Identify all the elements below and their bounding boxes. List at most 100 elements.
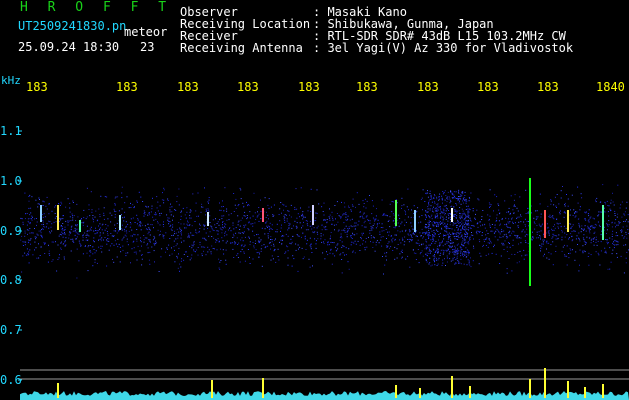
noise-pixel <box>82 253 84 255</box>
noise-pixel <box>70 220 72 222</box>
noise-pixel <box>419 232 421 234</box>
noise-pixel <box>30 238 32 240</box>
noise-pixel <box>69 211 71 213</box>
noise-pixel <box>433 255 435 257</box>
noise-pixel <box>153 235 155 237</box>
noise-pixel <box>249 256 250 258</box>
noise-pixel <box>273 204 275 206</box>
noise-pixel <box>564 205 566 207</box>
noise-pixel <box>494 194 496 196</box>
noise-pixel <box>223 206 224 207</box>
noise-pixel <box>512 230 514 232</box>
noise-pixel <box>461 234 463 236</box>
noise-pixel <box>253 235 255 237</box>
noise-pixel <box>118 243 120 245</box>
noise-pixel <box>486 230 488 232</box>
noise-pixel <box>88 209 90 210</box>
noise-pixel <box>196 215 198 217</box>
noise-pixel <box>341 229 343 231</box>
noise-pixel <box>114 224 116 226</box>
noise-pixel <box>452 249 454 251</box>
noise-pixel <box>177 235 179 237</box>
noise-pixel <box>271 229 273 230</box>
noise-pixel <box>397 244 399 245</box>
noise-pixel <box>315 247 317 249</box>
noise-pixel <box>425 246 427 248</box>
noise-pixel <box>237 224 239 226</box>
noise-pixel <box>459 207 461 208</box>
noise-pixel <box>379 231 381 233</box>
noise-pixel <box>119 261 121 263</box>
noise-pixel <box>461 208 463 210</box>
noise-pixel <box>37 234 39 236</box>
noise-pixel <box>183 223 185 225</box>
noise-pixel <box>421 215 423 216</box>
noise-pixel <box>42 228 44 230</box>
noise-pixel <box>65 237 67 239</box>
noise-pixel <box>176 243 178 245</box>
noise-pixel <box>460 195 462 197</box>
noise-pixel <box>603 207 605 209</box>
noise-pixel <box>363 212 365 214</box>
noise-pixel <box>137 234 139 236</box>
noise-pixel <box>426 231 428 233</box>
noise-pixel <box>151 208 153 210</box>
noise-pixel <box>133 247 135 249</box>
noise-pixel <box>285 251 287 253</box>
noise-pixel <box>176 255 178 257</box>
noise-pixel <box>329 217 331 219</box>
noise-pixel <box>326 229 328 231</box>
noise-pixel <box>146 206 148 208</box>
noise-pixel <box>105 224 107 225</box>
noise-pixel <box>269 230 271 232</box>
noise-pixel <box>243 231 245 233</box>
noise-pixel <box>517 235 518 237</box>
noise-pixel <box>450 200 452 202</box>
noise-pixel <box>442 224 444 226</box>
noise-pixel <box>468 223 470 225</box>
noise-pixel <box>508 242 510 244</box>
noise-pixel <box>590 225 592 227</box>
noise-pixel <box>39 255 41 256</box>
noise-pixel <box>203 225 205 227</box>
noise-pixel <box>578 224 580 226</box>
noise-pixel <box>593 227 595 229</box>
noise-pixel <box>221 218 223 220</box>
noise-pixel <box>142 224 144 226</box>
noise-pixel <box>381 199 383 201</box>
noise-pixel <box>354 240 356 242</box>
noise-pixel <box>365 216 367 218</box>
noise-pixel <box>490 241 492 242</box>
noise-pixel <box>570 227 572 229</box>
noise-pixel <box>438 199 440 201</box>
noise-pixel <box>279 241 280 243</box>
noise-pixel <box>207 201 209 203</box>
noise-pixel <box>224 225 226 227</box>
noise-pixel <box>190 210 192 212</box>
noise-pixel <box>48 244 49 246</box>
noise-pixel <box>401 197 403 199</box>
noise-pixel <box>520 242 522 244</box>
noise-pixel <box>152 239 154 241</box>
noise-pixel <box>413 249 414 251</box>
noise-pixel <box>604 247 606 249</box>
noise-pixel <box>612 230 614 232</box>
noise-pixel <box>222 224 223 226</box>
noise-pixel <box>575 251 577 253</box>
noise-pixel <box>615 244 617 246</box>
noise-pixel <box>463 251 465 253</box>
noise-pixel <box>101 251 103 253</box>
noise-pixel <box>26 229 28 231</box>
noise-pixel <box>449 246 451 248</box>
noise-pixel <box>240 251 242 253</box>
noise-pixel <box>342 213 344 215</box>
noise-pixel <box>24 244 26 246</box>
noise-pixel <box>216 230 218 232</box>
noise-pixel <box>36 221 38 223</box>
noise-pixel <box>149 263 151 265</box>
noise-pixel <box>25 241 27 243</box>
noise-pixel <box>369 195 370 196</box>
noise-pixel <box>209 222 211 223</box>
noise-pixel <box>490 242 492 244</box>
noise-pixel <box>234 243 236 245</box>
